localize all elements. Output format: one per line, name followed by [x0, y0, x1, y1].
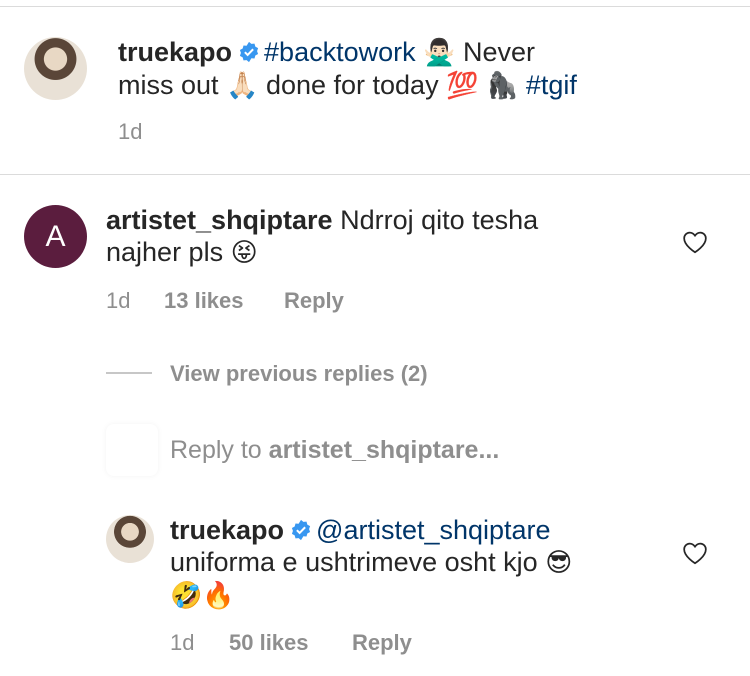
comment-reply-button[interactable]: Reply	[284, 288, 344, 314]
brand-logo-letter: A	[45, 219, 66, 253]
reply-input-target: artistet_shqiptare...	[268, 436, 500, 464]
reply-input-avatar-placeholder	[106, 424, 158, 476]
reply-body: truekapo @artistet_shqiptare uniforma e u…	[170, 514, 650, 612]
comment-timestamp: 1d	[106, 288, 131, 313]
caption-text-never: Never	[463, 37, 536, 67]
comment-text-line1: Ndrroj qito tesha	[340, 205, 539, 235]
emoji-sunglasses: 😎	[545, 548, 573, 578]
post-author-avatar[interactable]	[24, 37, 87, 100]
emoji-hundred: 💯	[446, 71, 479, 101]
reply-input-field[interactable]: Reply to artistet_shqiptare...	[170, 436, 499, 465]
comment-text-line2: najher pls	[106, 237, 224, 267]
post-timestamp: 1d	[118, 119, 143, 144]
top-divider	[0, 6, 750, 7]
reply-like-heart-icon[interactable]	[682, 541, 708, 565]
reply-username[interactable]: truekapo	[170, 515, 284, 545]
hashtag-backtowork[interactable]: #backtowork	[264, 37, 416, 67]
emoji-no-gesture: 🙅🏻‍♂️	[423, 38, 456, 68]
verified-badge-icon	[291, 519, 311, 541]
comment-like-heart-icon[interactable]	[682, 230, 708, 254]
commenter-avatar[interactable]: A	[24, 205, 87, 268]
emoji-rofl: 🤣	[170, 581, 203, 611]
reply-mention[interactable]: @artistet_shqiptare	[316, 515, 551, 545]
comment-body: artistet_shqiptare Ndrroj qito tesha naj…	[106, 204, 666, 269]
verified-badge-icon	[239, 41, 259, 63]
replies-line	[106, 372, 152, 374]
view-previous-replies-link[interactable]: View previous replies (2)	[170, 361, 428, 387]
reply-input-prefix: Reply to	[170, 436, 262, 464]
post-caption: truekapo #backtowork 🙅🏻‍♂️ Never miss out…	[118, 36, 718, 102]
emoji-fire: 🔥	[202, 581, 235, 611]
caption-text-miss-out: miss out	[118, 70, 219, 100]
emoji-gorilla: 🦍	[485, 71, 519, 101]
comment-likes[interactable]: 13 likes	[164, 288, 244, 314]
hashtag-tgif[interactable]: #tgif	[526, 70, 577, 100]
reply-author-avatar[interactable]	[106, 515, 154, 563]
emoji-squinting-tongue: 😝	[230, 238, 258, 268]
emoji-folded-hands: 🙏🏻	[226, 71, 259, 101]
reply-reply-button[interactable]: Reply	[352, 630, 412, 656]
comment-username[interactable]: artistet_shqiptare	[106, 205, 333, 235]
reply-likes[interactable]: 50 likes	[229, 630, 309, 656]
reply-text: uniforma e ushtrimeve osht kjo	[170, 547, 538, 577]
reply-timestamp: 1d	[170, 630, 195, 655]
post-username[interactable]: truekapo	[118, 37, 232, 67]
caption-text-done: done for today	[265, 70, 439, 100]
caption-divider	[0, 174, 750, 175]
